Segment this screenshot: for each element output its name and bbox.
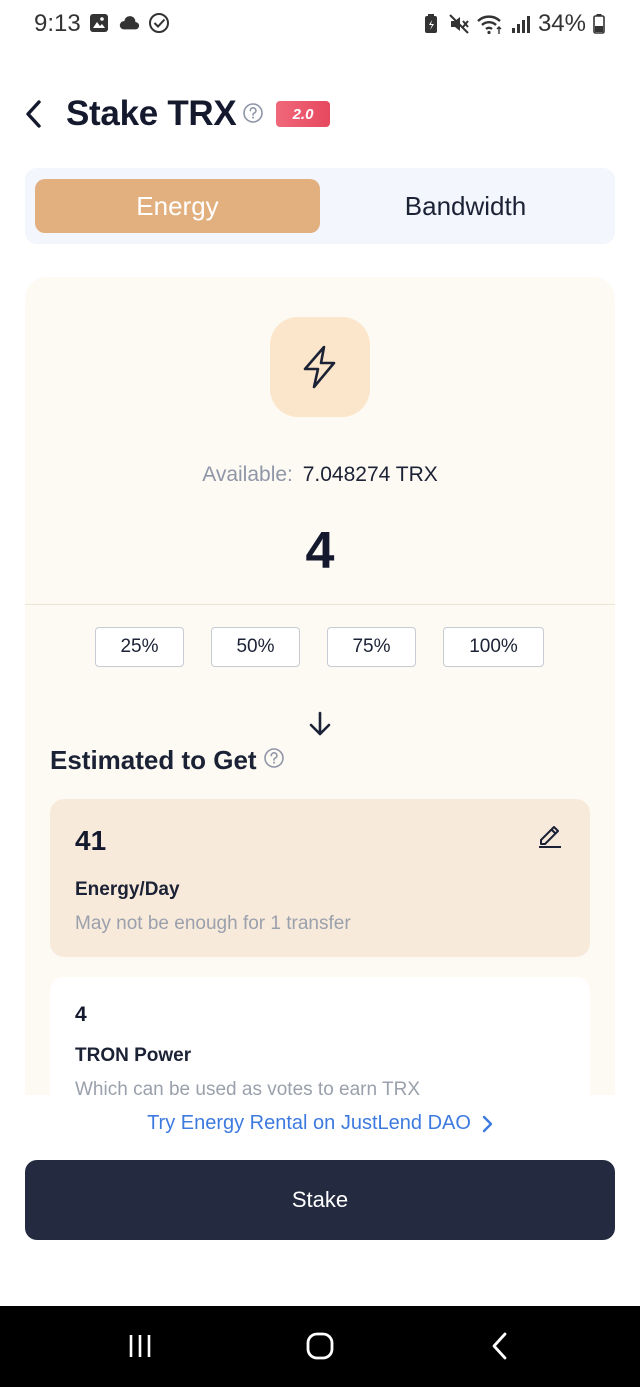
page-header: Stake TRX 2.0 (0, 88, 640, 140)
status-left-icons (88, 12, 170, 34)
energy-estimate-unit: Energy/Day (75, 879, 180, 900)
signal-icon (510, 13, 532, 35)
check-circle-icon (148, 12, 170, 34)
estimate-help-icon[interactable] (263, 747, 285, 774)
wifi-icon (476, 13, 504, 35)
percent-75-button[interactable]: 75% (327, 627, 416, 667)
mute-icon (448, 13, 470, 35)
stake-amount-input[interactable]: 4 (25, 521, 615, 581)
available-label: Available: (202, 463, 293, 486)
available-balance: Available: 7.048274 TRX (25, 463, 615, 487)
estimate-title: Estimated to Get (50, 745, 257, 775)
percent-25-button[interactable]: 25% (95, 627, 184, 667)
tab-energy[interactable]: Energy (35, 179, 320, 233)
status-right-icons: 34% (420, 10, 606, 38)
home-button[interactable] (300, 1326, 340, 1366)
system-nav-bar (0, 1306, 640, 1387)
divider (25, 604, 615, 605)
energy-estimate-value: 41 (75, 825, 107, 856)
help-icon[interactable] (242, 102, 264, 129)
lightning-icon (303, 345, 336, 389)
chevron-right-icon (482, 1115, 493, 1132)
system-back-button[interactable] (480, 1326, 520, 1366)
stake-card: Available: 7.048274 TRX 4 25% 50% 75% 10… (25, 277, 615, 1095)
recent-apps-icon (129, 1335, 151, 1357)
arrow-down-icon (307, 709, 333, 744)
chevron-left-icon (26, 100, 41, 128)
recent-apps-button[interactable] (120, 1326, 160, 1366)
energy-rental-link[interactable]: Try Energy Rental on JustLend DAO (0, 1112, 640, 1135)
stake-button[interactable]: Stake (25, 1160, 615, 1240)
battery-icon (592, 13, 606, 35)
battery-saver-icon (420, 13, 442, 35)
tron-power-card: 4 TRON Power Which can be used as votes … (50, 977, 590, 1095)
status-time: 9:13 (34, 10, 81, 37)
back-button[interactable] (14, 94, 54, 134)
battery-percent: 34% (537, 10, 586, 37)
percent-50-button[interactable]: 50% (211, 627, 300, 667)
image-icon (88, 12, 110, 34)
energy-rental-label: Try Energy Rental on JustLend DAO (147, 1112, 471, 1134)
tab-bandwidth[interactable]: Bandwidth (323, 179, 608, 233)
status-bar: 9:13 34% (0, 0, 640, 48)
energy-estimate-note: May not be enough for 1 transfer (75, 913, 351, 934)
percent-100-button[interactable]: 100% (443, 627, 544, 667)
back-arrow-icon (492, 1332, 507, 1360)
tron-power-note: Which can be used as votes to earn TRX (75, 1079, 420, 1095)
resource-tabs: Energy Bandwidth (25, 168, 615, 244)
energy-estimate-card: 41 Energy/Day May not be enough for 1 tr… (50, 799, 590, 957)
home-icon (306, 1332, 334, 1360)
energy-icon-tile (270, 317, 370, 417)
tron-power-value: 4 (75, 1003, 87, 1026)
edit-icon[interactable] (536, 821, 564, 854)
page-title: Stake TRX (66, 94, 237, 133)
available-value: 7.048274 TRX (302, 463, 438, 486)
tron-power-unit: TRON Power (75, 1045, 192, 1066)
version-badge: 2.0 (276, 101, 330, 127)
cloud-icon (118, 12, 140, 34)
